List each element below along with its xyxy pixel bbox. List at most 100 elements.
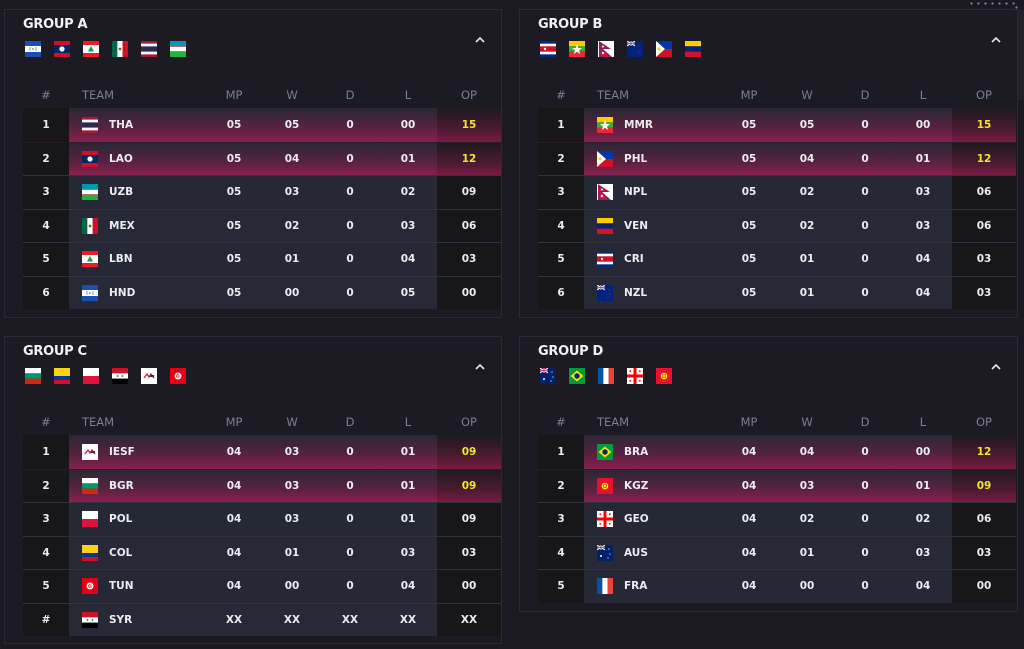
table-row[interactable]: 3 GEO 04 02 0 02 06 bbox=[538, 502, 1016, 536]
table-row[interactable]: 5 CRI 05 01 0 04 03 bbox=[538, 242, 1016, 276]
flag-icon-lao bbox=[54, 41, 70, 57]
rank-cell: 3 bbox=[538, 503, 584, 536]
op-cell: 09 bbox=[437, 469, 501, 502]
table-row[interactable]: 2 BGR 04 03 0 01 09 bbox=[23, 468, 501, 502]
group-flags bbox=[540, 41, 701, 57]
team-cell: HND bbox=[69, 277, 205, 310]
flag-icon-ven bbox=[597, 217, 613, 234]
w-cell: 04 bbox=[799, 445, 815, 458]
column-header-w: W bbox=[801, 415, 813, 429]
table-row[interactable]: 2 PHL 05 04 0 01 12 bbox=[538, 141, 1016, 175]
d-cell: 0 bbox=[861, 186, 869, 199]
table-row[interactable]: 5 TUN 04 00 0 04 00 bbox=[23, 569, 501, 603]
team-cell: COL bbox=[69, 537, 205, 570]
w-cell: 02 bbox=[799, 186, 815, 199]
table-row[interactable]: 1 MMR 05 05 0 00 15 bbox=[538, 108, 1016, 142]
column-header-w: W bbox=[801, 88, 813, 102]
flag-icon-mex bbox=[112, 41, 128, 57]
rank-cell: 6 bbox=[23, 276, 69, 309]
table-row[interactable]: 2 KGZ 04 03 0 01 09 bbox=[538, 468, 1016, 502]
l-cell: XX bbox=[399, 613, 417, 626]
flag-icon-syr bbox=[82, 611, 98, 628]
l-cell: 04 bbox=[915, 286, 931, 299]
op-cell: 09 bbox=[437, 435, 501, 469]
column-header-rank: # bbox=[41, 415, 51, 429]
flag-icon-kgz bbox=[597, 477, 613, 494]
op-cell: 03 bbox=[437, 536, 501, 569]
table-row[interactable]: 4 MEX 05 02 0 03 06 bbox=[23, 208, 501, 243]
flag-icon-col bbox=[54, 368, 70, 384]
column-header-op: OP bbox=[976, 415, 992, 429]
flag-icon-pol bbox=[82, 511, 98, 528]
column-header-w: W bbox=[286, 88, 298, 102]
table-row[interactable]: 4 VEN 05 02 0 03 06 bbox=[538, 208, 1016, 243]
w-cell: 05 bbox=[284, 118, 300, 131]
collapse-button[interactable] bbox=[987, 357, 1005, 375]
flag-icon-pol bbox=[83, 368, 99, 384]
op-cell: 09 bbox=[952, 469, 1016, 502]
collapse-button[interactable] bbox=[987, 30, 1005, 48]
w-cell: 02 bbox=[799, 219, 815, 232]
rank-cell: 4 bbox=[23, 536, 69, 569]
group-d-panel: GROUP D # TEAM MP W D L OP 1 BRA 04 04 0 00 12 2 KGZ 04 03… bbox=[519, 336, 1018, 612]
collapse-button[interactable] bbox=[471, 357, 489, 375]
table-row[interactable]: 3 NPL 05 02 0 03 06 bbox=[538, 175, 1016, 209]
column-header-l: L bbox=[919, 415, 927, 429]
op-cell: 09 bbox=[437, 176, 501, 209]
mp-cell: 04 bbox=[226, 479, 242, 492]
table-row[interactable]: 1 IESF 04 03 0 01 09 bbox=[23, 435, 501, 469]
table-row[interactable]: 2 LAO 05 04 0 01 12 bbox=[23, 141, 501, 175]
w-cell: 00 bbox=[284, 580, 300, 593]
table-row[interactable]: 6 HND 05 00 0 05 00 bbox=[23, 275, 501, 310]
table-row[interactable]: 5 FRA 04 00 0 04 00 bbox=[538, 569, 1016, 603]
team-cell: FRA bbox=[584, 570, 720, 603]
table-row[interactable]: 5 LBN 05 01 0 04 03 bbox=[23, 242, 501, 276]
team-cell: UZB bbox=[69, 176, 205, 209]
flag-icon-nzl bbox=[597, 284, 613, 301]
d-cell: 0 bbox=[861, 118, 869, 131]
table-row[interactable]: 1 THA 05 05 0 00 15 bbox=[23, 108, 501, 142]
team-cell: CRI bbox=[584, 243, 720, 276]
group-b-panel: GROUP B # TEAM MP W D L OP 1 MMR 05 05 0 00 15 2 PHL 05 04… bbox=[519, 9, 1018, 318]
mp-cell: 04 bbox=[226, 580, 242, 593]
d-cell: 0 bbox=[861, 546, 869, 559]
l-cell: 01 bbox=[400, 479, 416, 492]
team-code: VEN bbox=[624, 219, 649, 232]
table-row[interactable]: 3 POL 04 03 0 01 09 bbox=[23, 502, 501, 536]
op-cell: 03 bbox=[952, 243, 1016, 276]
team-code: NPL bbox=[624, 186, 648, 199]
standings-table: # TEAM MP W D L OP 1 THA 05 05 0 00 15 2 LAO 05 04 0 01 12 3 U… bbox=[23, 82, 501, 309]
flag-icon-lbn bbox=[82, 251, 98, 268]
collapse-button[interactable] bbox=[471, 30, 489, 48]
row-stats: LAO 05 04 0 01 bbox=[69, 142, 437, 175]
team-code: POL bbox=[109, 513, 133, 526]
mp-cell: 04 bbox=[741, 513, 757, 526]
column-header-team: TEAM bbox=[597, 415, 630, 429]
row-stats: FRA 04 00 0 04 bbox=[584, 570, 952, 603]
table-row[interactable]: 1 BRA 04 04 0 00 12 bbox=[538, 435, 1016, 469]
rank-cell: 5 bbox=[23, 570, 69, 603]
table-row[interactable]: 4 COL 04 01 0 03 03 bbox=[23, 535, 501, 570]
l-cell: 03 bbox=[915, 546, 931, 559]
flag-icon-hnd bbox=[25, 41, 41, 57]
table-row[interactable]: 3 UZB 05 03 0 02 09 bbox=[23, 175, 501, 209]
flag-icon-bgr bbox=[82, 477, 98, 494]
team-cell: MEX bbox=[69, 210, 205, 243]
flag-icon-cri bbox=[540, 41, 556, 57]
rank-cell: 3 bbox=[538, 176, 584, 209]
team-cell: VEN bbox=[584, 210, 720, 243]
flag-icon-mmr bbox=[597, 116, 613, 133]
column-header-w: W bbox=[286, 415, 298, 429]
table-row[interactable]: # SYR XX XX XX XX XX bbox=[23, 602, 501, 636]
flag-icon-tun bbox=[82, 578, 98, 595]
flag-icon-geo bbox=[597, 511, 613, 528]
table-row[interactable]: 4 AUS 04 01 0 03 03 bbox=[538, 535, 1016, 569]
table-row[interactable]: 6 NZL 05 01 0 04 03 bbox=[538, 275, 1016, 309]
column-header-team: TEAM bbox=[82, 88, 115, 102]
flag-icon-geo bbox=[627, 368, 643, 384]
row-stats: UZB 05 03 0 02 bbox=[69, 176, 437, 209]
team-code: PHL bbox=[624, 152, 648, 165]
team-code: HND bbox=[109, 286, 136, 299]
rank-cell: 1 bbox=[538, 435, 584, 469]
d-cell: 0 bbox=[346, 445, 354, 458]
